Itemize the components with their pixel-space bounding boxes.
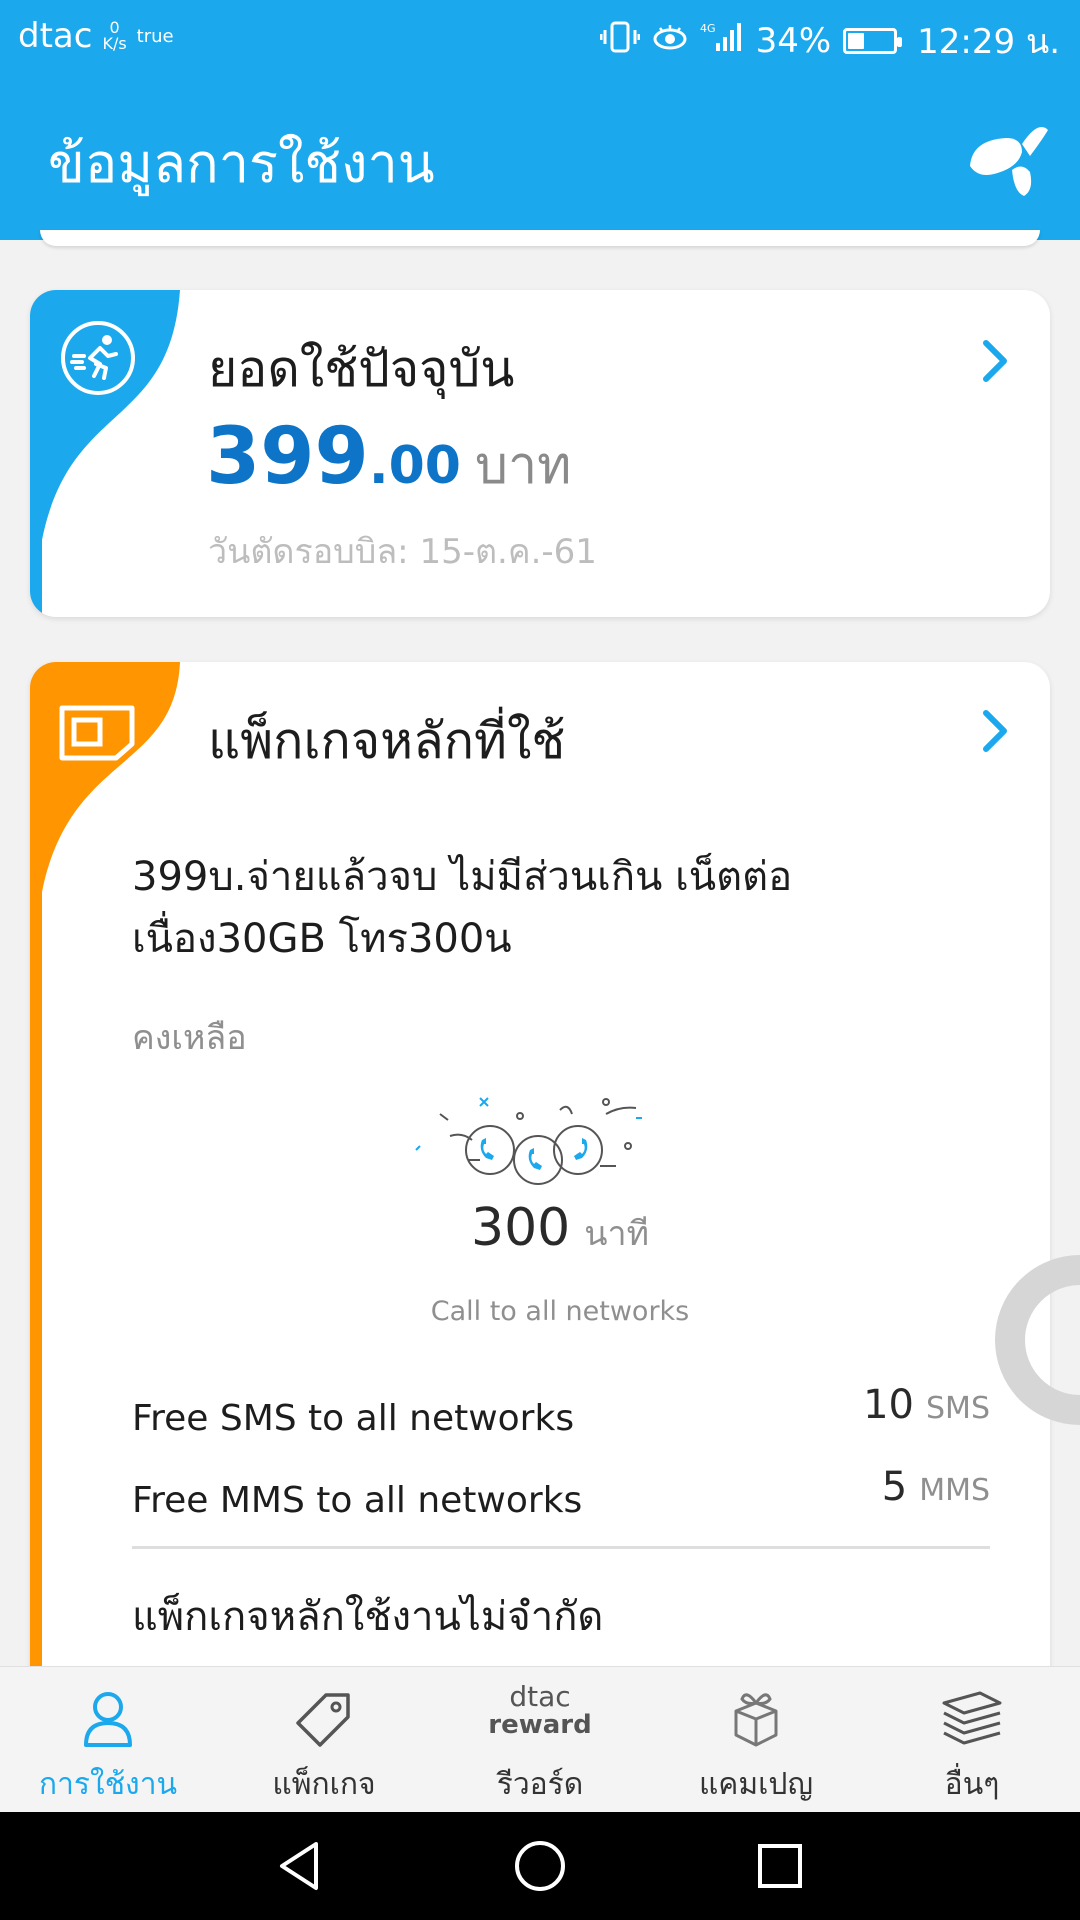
dtac-reward-icon: dtac reward (488, 1680, 592, 1740)
nav-item-usage[interactable]: การใช้งาน (0, 1667, 216, 1813)
battery-icon (843, 28, 903, 54)
extra-label: Free SMS to all networks (132, 1398, 575, 1439)
running-person-icon (60, 320, 136, 400)
app-bar: ข้อมูลการใช้งาน (0, 72, 1080, 240)
call-description: Call to all networks (430, 1296, 690, 1327)
clock: 12:29 น. (917, 22, 1060, 62)
bottom-navigation: การใช้งาน แพ็กเกจ dtac reward รีวอร์ด แค… (0, 1666, 1080, 1813)
extra-label: Free MMS to all networks (132, 1480, 583, 1521)
system-navigation-bar (0, 1812, 1080, 1920)
current-usage-title: ยอดใช้ปัจจุบัน (208, 340, 515, 398)
nav-item-reward[interactable]: dtac reward รีวอร์ด (432, 1667, 648, 1813)
extra-value: 10 SMS (863, 1382, 990, 1428)
current-usage-card[interactable]: ยอดใช้ปัจจุบัน 399.00 บาท วันตัดรอบบิล: 1… (30, 290, 1050, 617)
phone-calls-icon (410, 1080, 690, 1194)
nav-item-label: อื่นๆ (944, 1767, 1000, 1802)
amount-currency: บาท (474, 436, 572, 496)
gift-box-icon (648, 1689, 864, 1749)
previous-card-edge (40, 230, 1040, 246)
network-speed: 0 K/s (102, 18, 127, 53)
page-title: ข้อมูลการใช้งาน (48, 132, 435, 195)
person-icon (0, 1689, 216, 1749)
package-name: 399บ.จ่ายแล้วจบ ไม่มีส่วนเกิน เน็ตต่อเนื… (132, 854, 793, 962)
status-bar: dtac 0 K/s true 4G 34% 12:29 น. (0, 0, 1080, 72)
eye-comfort-icon (652, 21, 688, 61)
unlimited-package-heading: แพ็กเกจหลักใช้งานไม่จำกัด (132, 1594, 604, 1640)
nav-item-label: การใช้งาน (38, 1767, 178, 1802)
current-usage-amount: 399.00 บาท (206, 412, 571, 506)
signal-icon: 4G (700, 21, 744, 62)
nav-item-label: แพ็กเกจ (272, 1767, 376, 1802)
dtac-logo-icon[interactable] (960, 112, 1050, 206)
recents-icon[interactable] (752, 1838, 808, 1898)
call-minutes: 300 นาที (30, 1198, 1050, 1260)
nav-item-packages[interactable]: แพ็กเกจ (216, 1667, 432, 1813)
back-icon[interactable] (272, 1838, 328, 1898)
amount-decimal: .00 (368, 436, 461, 496)
sim-card-icon (58, 704, 136, 766)
extra-value: 5 MMS (881, 1464, 990, 1510)
carrier-name: dtac (18, 16, 93, 56)
floating-scroll-handle[interactable] (980, 1255, 1080, 1429)
svg-text:4G: 4G (700, 22, 716, 35)
stack-icon (864, 1689, 1080, 1745)
call-minutes-unit: นาที (584, 1214, 649, 1254)
main-package-title: แพ็กเกจหลักที่ใช้ (208, 712, 566, 770)
battery-percent: 34% (755, 21, 832, 61)
tag-icon (216, 1689, 432, 1749)
home-icon[interactable] (512, 1838, 568, 1898)
main-package-card[interactable]: แพ็กเกจหลักที่ใช้ 399บ.จ่ายแล้วจบ ไม่มีส… (30, 662, 1050, 1702)
second-carrier: true (136, 25, 174, 47)
nav-item-label: แคมเปญ (698, 1767, 814, 1802)
remaining-label: คงเหลือ (132, 1018, 247, 1058)
divider (132, 1546, 990, 1549)
vibrate-icon (599, 20, 641, 63)
amount-integer: 399 (206, 412, 369, 502)
nav-item-campaign[interactable]: แคมเปญ (648, 1667, 864, 1813)
nav-item-more[interactable]: อื่นๆ (864, 1667, 1080, 1813)
nav-item-label: รีวอร์ด (496, 1767, 584, 1802)
chevron-right-icon[interactable] (980, 708, 1010, 758)
billing-date: วันตัดรอบบิล: 15-ต.ค.-61 (208, 532, 597, 572)
chevron-right-icon[interactable] (980, 338, 1010, 388)
call-minutes-value: 300 (470, 1198, 571, 1258)
